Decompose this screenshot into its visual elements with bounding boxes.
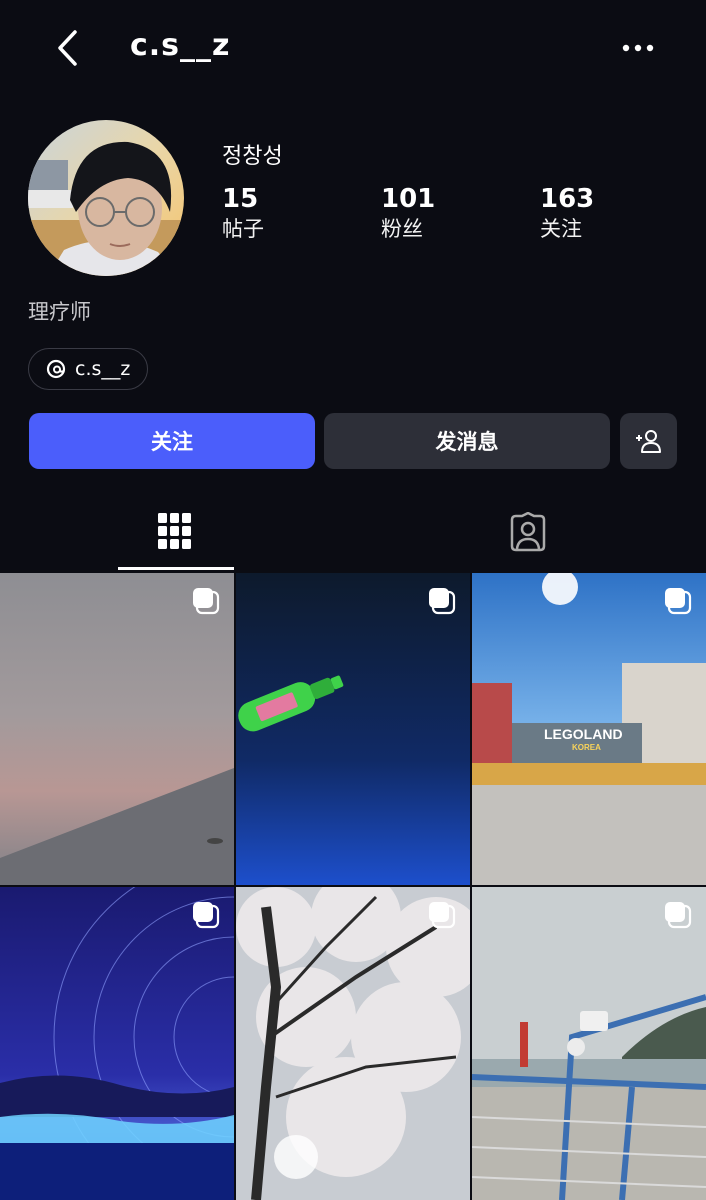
more-horizontal-icon[interactable] (616, 34, 660, 62)
selected-tab-indicator (118, 567, 234, 570)
post-thumbnail[interactable] (472, 887, 706, 1200)
stat-following[interactable]: 163 关注 (540, 184, 594, 244)
tab-posts-grid[interactable] (118, 496, 234, 572)
post-thumbnail[interactable] (0, 573, 234, 885)
post-thumbnail[interactable] (236, 573, 470, 885)
threads-icon (46, 359, 66, 379)
grid-icon (158, 513, 191, 549)
post-thumbnail[interactable]: LEGOLAND KOREA (472, 573, 706, 885)
display-name: 정창성 (222, 144, 283, 169)
multiple-posts-icon (665, 588, 692, 615)
top-bar: c.s__z (0, 0, 706, 100)
stat-followers-label: 粉丝 (381, 217, 423, 241)
post-image (0, 887, 234, 1200)
post-image (236, 573, 470, 885)
stat-followers-count: 101 (381, 184, 436, 214)
legoland-sign-text: LEGOLAND (544, 726, 623, 742)
post-image (0, 573, 234, 885)
stat-posts-count: 15 (222, 184, 259, 214)
add-person-icon (635, 430, 661, 453)
suggest-people-button[interactable] (620, 413, 677, 469)
chevron-left-icon[interactable] (48, 26, 88, 70)
multiple-posts-icon (665, 902, 692, 929)
multiple-posts-icon (193, 588, 220, 615)
multiple-posts-icon (429, 588, 456, 615)
tagged-person-icon (510, 512, 546, 552)
tab-tagged[interactable] (470, 496, 586, 572)
profile-username: c.s__z (130, 28, 231, 63)
post-thumbnail[interactable] (236, 887, 470, 1200)
message-button[interactable]: 发消息 (324, 413, 610, 469)
post-image (472, 887, 706, 1200)
stat-following-count: 163 (540, 184, 595, 214)
post-image (236, 887, 470, 1200)
post-image: LEGOLAND KOREA (472, 573, 706, 885)
stat-followers[interactable]: 101 粉丝 (381, 184, 435, 244)
threads-badge[interactable]: c.s__z (28, 348, 148, 390)
posts-grid: LEGOLAND KOREA (0, 573, 706, 1200)
stat-following-label: 关注 (540, 217, 582, 241)
threads-handle: c.s__z (75, 358, 131, 380)
follow-button[interactable]: 关注 (29, 413, 315, 469)
stat-posts-label: 帖子 (222, 217, 264, 241)
legoland-sign-subtext: KOREA (572, 743, 601, 752)
avatar[interactable] (28, 120, 184, 276)
bio: 理疗师 (28, 300, 91, 324)
multiple-posts-icon (193, 902, 220, 929)
stat-posts[interactable]: 15 帖子 (222, 184, 264, 244)
multiple-posts-icon (429, 902, 456, 929)
post-thumbnail[interactable] (0, 887, 234, 1200)
